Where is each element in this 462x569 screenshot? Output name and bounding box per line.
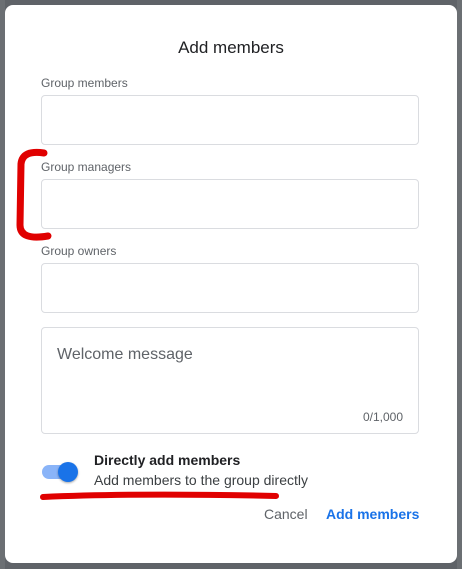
add-members-button[interactable]: Add members xyxy=(326,506,419,522)
add-members-dialog: Add members Group members Group managers… xyxy=(5,5,457,563)
group-owners-label: Group owners xyxy=(41,244,117,258)
cancel-button[interactable]: Cancel xyxy=(264,506,308,522)
toggle-thumb xyxy=(58,462,78,482)
background-page-right-edge xyxy=(457,0,462,569)
group-members-label: Group members xyxy=(41,76,128,90)
directly-add-toggle[interactable] xyxy=(40,459,80,483)
group-owners-input[interactable] xyxy=(41,263,419,313)
welcome-message-placeholder: Welcome message xyxy=(57,346,193,363)
directly-add-description: Add members to the group directly xyxy=(94,472,308,488)
dialog-title: Add members xyxy=(178,38,284,57)
directly-add-title: Directly add members xyxy=(94,452,241,468)
group-members-input[interactable] xyxy=(41,95,419,145)
welcome-message-textarea[interactable]: Welcome message 0/1,000 xyxy=(41,327,419,434)
welcome-message-counter: 0/1,000 xyxy=(362,410,403,424)
group-managers-label: Group managers xyxy=(41,160,132,174)
group-managers-input[interactable] xyxy=(41,179,419,229)
